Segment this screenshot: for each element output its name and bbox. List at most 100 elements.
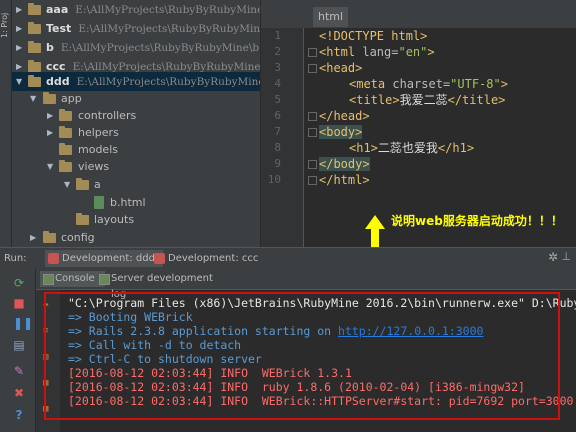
- fold-marker-icon[interactable]: [308, 48, 317, 57]
- project-tool-tab[interactable]: 1: Proj: [0, 8, 11, 38]
- stop-icon[interactable]: ■: [13, 297, 25, 309]
- run-tab-label: Development: ccc: [168, 253, 259, 264]
- tree-item-layouts[interactable]: layouts: [12, 210, 260, 229]
- code-line-1: <!DOCTYPE html>: [319, 29, 428, 43]
- server-url-link[interactable]: http://127.0.0.1:3000: [338, 324, 483, 338]
- pause-icon[interactable]: ❚❚: [13, 317, 33, 329]
- rails-icon: [154, 253, 165, 264]
- folder-icon: [59, 109, 72, 121]
- annotation-text: 说明web服务器启动成功！！！: [391, 214, 563, 228]
- code-line-4: <meta charset="UTF-8">: [349, 77, 508, 91]
- help-icon[interactable]: ?: [13, 409, 25, 421]
- console-line: => Call with -d to detach: [68, 338, 242, 352]
- run-tab-ccc[interactable]: Development: ccc: [151, 250, 268, 267]
- fold-marker-icon[interactable]: [308, 160, 317, 169]
- console-line: [2016-08-12 02:03:44] INFO ruby 1.8.6 (2…: [68, 380, 525, 394]
- server-log-tab[interactable]: Server development log: [96, 271, 223, 300]
- tree-item-path: E:\AllMyProjects\RubyByRubyMine\aaa: [75, 4, 260, 16]
- line-number: 6: [274, 109, 281, 122]
- editor-tab-html[interactable]: html: [313, 7, 349, 27]
- console-tab-label: Console: [55, 273, 95, 284]
- scroll-end-icon[interactable]: ⇥: [43, 300, 48, 310]
- line-number: 8: [274, 141, 281, 154]
- folder-icon: [28, 41, 41, 53]
- code-line-9: </body>: [319, 157, 370, 171]
- line-number: 5: [274, 93, 281, 106]
- line-number: 7: [274, 125, 281, 138]
- console-line: "C:\Program Files (x86)\JetBrains\RubyMi…: [68, 296, 576, 310]
- code-line-5: <title>我爱二蕊</title>: [349, 93, 506, 107]
- tree-item-path: E:\AllMyProjects\RubyByRubyMine\b: [60, 42, 260, 54]
- editor-tab-strip: html: [261, 0, 576, 28]
- tree-item-test[interactable]: ▶ Test E:\AllMyProjects\RubyByRubyMine\T…: [12, 19, 260, 38]
- tree-item-config[interactable]: ▶ config: [12, 228, 260, 247]
- chevron-right-icon[interactable]: ▶: [16, 0, 26, 19]
- tree-item-path: E:\AllMyProjects\RubyByRubyMine\ddd: [76, 76, 260, 88]
- gear-icon[interactable]: ✲: [548, 250, 558, 264]
- line-number: 2: [274, 45, 281, 58]
- console-panel[interactable]: Console Server development log ⇥ ≡ ▥ ▦ ▩…: [36, 269, 576, 432]
- tree-item-b[interactable]: ▶ b E:\AllMyProjects\RubyByRubyMine\b: [12, 38, 260, 57]
- line-number: 9: [274, 157, 281, 170]
- code-line-10: </html>: [319, 173, 370, 187]
- run-tab-ddd[interactable]: Development: ddd: [45, 250, 163, 267]
- code-line-7: <body>: [319, 125, 363, 139]
- close-icon[interactable]: ✖: [13, 387, 25, 399]
- folder-icon: [43, 231, 56, 243]
- layout-icon[interactable]: ▤: [13, 339, 25, 351]
- code-line-2: <html lang="en">: [319, 45, 435, 59]
- console-line: => Rails 2.3.8 application starting on h…: [68, 324, 484, 338]
- tree-item-aaa[interactable]: ▶ aaa E:\AllMyProjects\RubyByRubyMine\aa…: [12, 0, 260, 19]
- folder-icon: [28, 3, 41, 15]
- rails-icon: [48, 253, 59, 264]
- print-icon[interactable]: ▥: [43, 352, 48, 362]
- tree-item-label: b: [46, 41, 54, 54]
- folder-icon: [76, 178, 89, 190]
- code-editor[interactable]: html 1 2 3 4 5 6 7 8 9 10 <!DOCTYPE html…: [261, 0, 576, 293]
- code-line-6: </head>: [319, 109, 370, 123]
- console-gutter: ⇥ ≡ ▥ ▦ ▩: [36, 290, 60, 432]
- chevron-down-icon[interactable]: ▼: [64, 175, 74, 194]
- fold-marker-icon[interactable]: [308, 176, 317, 185]
- line-number: 4: [274, 77, 281, 90]
- pin-icon[interactable]: ⊥: [561, 250, 571, 263]
- console-line: => Booting WEBrick: [68, 310, 193, 324]
- folder-icon: [59, 160, 72, 172]
- console-line: [2016-08-12 02:03:44] INFO WEBrick 1.3.1: [68, 366, 352, 380]
- fold-marker-icon[interactable]: [308, 128, 317, 137]
- console-tab-strip: Console Server development log: [36, 269, 576, 300]
- tree-item-a[interactable]: ▼ a: [12, 175, 260, 194]
- folder-icon: [28, 22, 41, 34]
- folder-icon: [28, 60, 41, 72]
- html-file-icon: [94, 196, 104, 209]
- tree-item-path: E:\AllMyProjects\RubyByRubyMine\Test: [78, 23, 260, 35]
- tree-item-label: ddd: [46, 75, 70, 88]
- folder-icon: [76, 213, 89, 225]
- tree-item-label: aaa: [46, 3, 69, 16]
- run-toolbar: ⟳ ■ ❚❚ ▤ ✎ ✖ ?: [0, 269, 36, 432]
- project-tree: ▶ aaa E:\AllMyProjects\RubyByRubyMine\aa…: [12, 0, 260, 247]
- trash-icon[interactable]: ▩: [43, 404, 48, 414]
- tree-item-label: a: [94, 178, 101, 191]
- chevron-right-icon[interactable]: ▶: [30, 228, 40, 247]
- rerun-icon[interactable]: ⟳: [13, 277, 25, 289]
- line-number: 3: [274, 61, 281, 74]
- run-tab-label: Development: ddd: [62, 253, 155, 264]
- folder-icon: [28, 75, 41, 87]
- pin-tab-icon[interactable]: ✎: [13, 365, 25, 377]
- chevron-right-icon[interactable]: ▶: [16, 38, 26, 57]
- fold-marker-icon[interactable]: [308, 64, 317, 73]
- chevron-down-icon[interactable]: ▼: [47, 157, 57, 176]
- fold-marker-icon[interactable]: [308, 112, 317, 121]
- folder-icon: [43, 92, 56, 104]
- soft-wrap-icon[interactable]: ≡: [43, 326, 48, 336]
- folder-icon: [59, 143, 72, 155]
- folder-icon: [59, 126, 72, 138]
- tree-item-views[interactable]: ▼ views: [12, 157, 260, 176]
- code-line-8: <h1>二蕊也爱我</h1>: [349, 141, 475, 155]
- tree-item-label: config: [61, 231, 95, 244]
- chevron-right-icon[interactable]: ▶: [16, 19, 26, 38]
- tree-item-label: Test: [46, 22, 72, 35]
- log-icon: [99, 274, 110, 285]
- clear-icon[interactable]: ▦: [43, 378, 48, 388]
